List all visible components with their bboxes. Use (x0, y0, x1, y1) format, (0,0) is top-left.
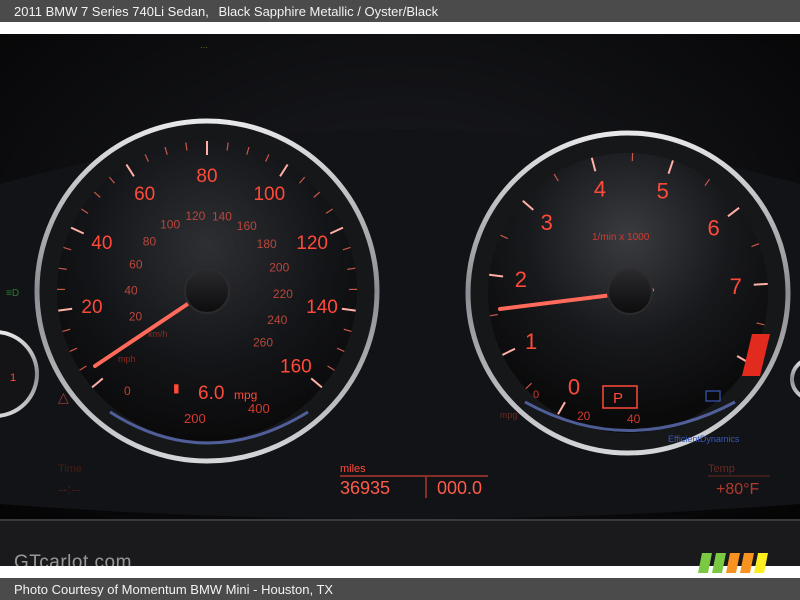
instrument-cluster: 1 20406080100120140160 20406080100120 140… (0, 34, 800, 566)
mph-label: 40 (91, 233, 112, 254)
rpm-label: 2 (515, 267, 527, 292)
odometer-unit: miles (340, 463, 366, 475)
economy-scale-0: 0 (124, 384, 131, 398)
dashboard-photo: 1 20 40 60 80 100 120 140 160 20 40 60 80 100 120 140… (0, 34, 800, 566)
efficient-dynamics-label: EfficientDynamics (668, 434, 740, 444)
gear-indicator: P (613, 390, 623, 407)
kmh-label: 140 (212, 209, 232, 223)
kmh-label: 120 (185, 209, 205, 223)
warning-triangle-icon: △ (58, 389, 69, 405)
mph-label: 140 (306, 297, 338, 318)
tach-scale-0: 0 (533, 389, 539, 401)
economy-scale-400: 400 (248, 401, 270, 416)
kmh-label: 240 (267, 313, 287, 327)
kmh-label: 40 (124, 283, 138, 297)
headlight-indicator-icon: ≡D (6, 288, 19, 299)
kmh-label: 200 (269, 260, 289, 274)
tachometer: 0 1 2 3 4 5 6 7 1/min x 1000 P 0 20 40 mpg Effi… (465, 130, 791, 456)
rpm-label: 1 (525, 329, 537, 354)
indicator-dots-icon: ··· (200, 43, 208, 52)
svg-text:1: 1 (10, 372, 16, 384)
rpm-label: 3 (541, 210, 553, 235)
rpm-label: 0 (568, 375, 580, 400)
economy-unit: mpg (234, 388, 257, 402)
tachometer-hub (607, 269, 653, 315)
mph-label: 20 (81, 297, 102, 318)
time-value: --:-- (58, 481, 81, 497)
tach-scale-20: 20 (577, 409, 591, 423)
tach-scale-40: 40 (627, 412, 641, 426)
kmh-label: 260 (253, 335, 273, 349)
rpm-label: 6 (708, 215, 720, 240)
watermark: GTcarlot.com (14, 552, 132, 573)
vehicle-colors: Black Sapphire Metallic / Oyster/Black (218, 3, 439, 19)
vehicle-title: 2011 BMW 7 Series 740Li Sedan, (14, 3, 209, 19)
time-label: Time (58, 463, 82, 475)
site-stripes-logo (698, 553, 768, 573)
kmh-label: 80 (143, 234, 157, 248)
rpm-label: 7 (730, 274, 742, 299)
temp-label: Temp (708, 463, 735, 475)
speedometer-hub (184, 268, 230, 314)
mph-label: 60 (134, 184, 155, 205)
kmh-label: 180 (257, 237, 277, 251)
mph-label: 120 (296, 233, 328, 254)
mph-label: 80 (196, 166, 217, 187)
caption-footer: Photo Courtesy of Momentum BMW Mini - Ho… (0, 578, 800, 600)
speedometer: 20406080100120140160 20406080100120 14016… (34, 118, 380, 464)
rpm-label: 5 (657, 179, 669, 204)
temp-value: +80°F (716, 481, 760, 498)
rpm-label: 4 (594, 177, 606, 202)
trip-meter: 000.0 (437, 478, 482, 498)
mph-label: 100 (253, 184, 285, 205)
tach-mpg-label: mpg (500, 410, 518, 420)
tach-tick (753, 282, 768, 286)
mph-unit: mph (118, 354, 136, 364)
kmh-label: 20 (129, 310, 143, 324)
fuel-pump-icon: ▮ (173, 381, 180, 395)
kmh-label: 60 (129, 257, 143, 271)
economy-value: 6.0 (198, 383, 224, 404)
economy-scale-200: 200 (184, 411, 206, 426)
kmh-label: 160 (237, 219, 257, 233)
photo-credit: Photo Courtesy of Momentum BMW Mini - Ho… (14, 581, 334, 597)
kmh-label: 220 (273, 287, 293, 301)
kmh-label: 100 (160, 218, 180, 232)
odometer-total: 36935 (340, 478, 390, 498)
caption-header: 2011 BMW 7 Series 740Li Sedan, Black Sap… (0, 0, 800, 22)
mph-label: 160 (280, 357, 312, 378)
tach-unit: 1/min x 1000 (592, 232, 650, 243)
